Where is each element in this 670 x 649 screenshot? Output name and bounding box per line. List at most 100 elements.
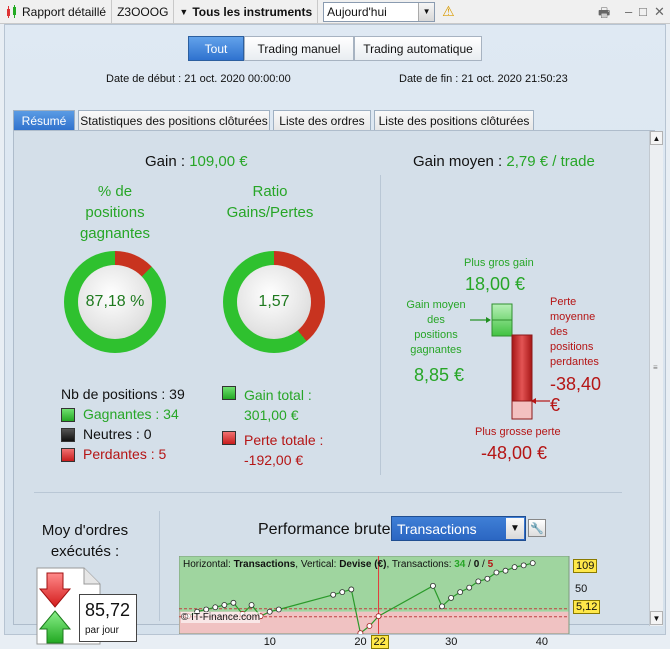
gain-label: Gain : bbox=[145, 153, 190, 170]
data-point bbox=[439, 603, 445, 610]
report-window: Tout Trading manuel Trading automatique … bbox=[4, 24, 666, 649]
mode-auto-button[interactable]: Trading automatique bbox=[354, 36, 482, 61]
performance-metric-select[interactable]: Transactions ▼ bbox=[391, 516, 526, 541]
end-date: Date de fin : 21 oct. 2020 21:50:23 bbox=[399, 73, 568, 85]
positions-count: Nb de positions : 39 bbox=[61, 386, 185, 402]
tab-orders[interactable]: Liste des ordres bbox=[273, 110, 371, 131]
chevron-down-icon[interactable]: ▼ bbox=[418, 2, 435, 21]
loss-total-value: -192,00 € bbox=[244, 452, 304, 468]
mode-manual-button[interactable]: Trading manuel bbox=[244, 36, 354, 61]
max-loss-value: -48,00 € bbox=[481, 443, 548, 463]
ratio-title: Ratio Gains/Pertes bbox=[210, 181, 330, 223]
avg-loss-amount: -38,40 bbox=[550, 374, 602, 394]
orders-unit: par jour bbox=[85, 625, 119, 636]
avg-loss-label-line: Perte bbox=[550, 296, 577, 308]
avg-loss-value: -38,40 € bbox=[550, 374, 601, 416]
marker-x-badge: 22 bbox=[370, 635, 389, 649]
period-select[interactable]: Aujourd'hui ▼ bbox=[323, 1, 436, 22]
gain-total: Gain total : 301,00 € bbox=[244, 385, 312, 425]
gain-heading: Gain : 109,00 € bbox=[145, 153, 248, 170]
avg-loss-label-line: perdantes bbox=[550, 356, 599, 368]
losers-swatch bbox=[61, 448, 75, 462]
chart-header-part: / bbox=[479, 559, 488, 570]
x-tick-label: 10 bbox=[263, 636, 276, 648]
data-point bbox=[493, 569, 500, 576]
gain-value: 109,00 € bbox=[189, 153, 248, 170]
avg-gain-value: 2,79 € / trade bbox=[506, 153, 595, 170]
avg-loss-label-line: moyenne bbox=[550, 311, 596, 323]
section-divider bbox=[159, 511, 160, 621]
candlestick-icon bbox=[7, 4, 16, 18]
data-point bbox=[366, 623, 373, 629]
avg-win-label: Gain moyen des positions gagnantes bbox=[402, 298, 470, 358]
warning-icon: ⚠ bbox=[442, 3, 455, 19]
avg-win-label-line: positions bbox=[414, 329, 458, 341]
scroll-down-icon[interactable]: ▼ bbox=[650, 611, 663, 625]
chart-header-part: 5 bbox=[487, 559, 494, 570]
chevron-down-icon: ▼ bbox=[179, 6, 189, 17]
ratio-title-line: Ratio bbox=[252, 183, 288, 200]
chart-header-part: Horizontal: bbox=[183, 559, 234, 570]
report-button[interactable]: Rapport détaillé bbox=[0, 0, 113, 24]
loss-total: Perte totale : -192,00 € bbox=[244, 430, 323, 470]
avg-win-label-line: des bbox=[427, 314, 445, 326]
report-tabs: Résumé Statistiques des positions clôtur… bbox=[13, 110, 537, 131]
gain-total-value: 301,00 € bbox=[244, 407, 299, 423]
chart-header-part: , Transactions: bbox=[386, 559, 455, 570]
mode-all-button[interactable]: Tout bbox=[188, 36, 244, 61]
close-icon[interactable]: ✕ bbox=[654, 4, 665, 20]
gain-total-swatch bbox=[222, 386, 236, 400]
chevron-down-icon[interactable]: ▼ bbox=[506, 518, 524, 539]
performance-title: Performance brute bbox=[258, 521, 391, 538]
performance-chart: Horizontal: Transactions, Vertical: Devi… bbox=[178, 555, 605, 649]
account-selector[interactable]: Z3OOOG bbox=[112, 0, 175, 24]
win-rate-title-line: % de bbox=[97, 183, 133, 200]
avg-gain-heading: Gain moyen : 2,79 € / trade bbox=[413, 153, 595, 170]
orders-title: Moy d'ordres exécutés : bbox=[30, 520, 140, 562]
gain-total-label: Gain total : bbox=[244, 387, 312, 403]
max-gain-label: Plus gros gain bbox=[464, 257, 534, 269]
scroll-up-icon[interactable]: ▲ bbox=[650, 131, 663, 145]
section-divider bbox=[380, 175, 381, 475]
win-rate-value: 87,18 % bbox=[78, 265, 152, 339]
y-tick-label: 50 bbox=[575, 583, 588, 596]
max-value-badge: 109 bbox=[573, 559, 598, 574]
max-gain-value: 18,00 € bbox=[465, 274, 526, 294]
chart-header: Horizontal: Transactions, Vertical: Devi… bbox=[183, 559, 493, 570]
data-point bbox=[330, 591, 337, 598]
performance-metric-value: Transactions bbox=[397, 520, 477, 537]
wrench-icon[interactable]: 🔧 bbox=[528, 519, 546, 537]
avg-win-label-line: gagnantes bbox=[410, 344, 462, 356]
toolbar: Rapport détaillé Z3OOOG ▼ Tous les instr… bbox=[0, 0, 670, 24]
tab-closed-list[interactable]: Liste des positions clôturées bbox=[374, 110, 534, 131]
tab-closed-stats[interactable]: Statistiques des positions clôturées bbox=[78, 110, 270, 131]
minimize-icon[interactable]: – bbox=[625, 4, 632, 19]
avg-loss-currency: € bbox=[550, 395, 561, 415]
ratio-title-line: Gains/Pertes bbox=[226, 204, 314, 221]
losers-count: Perdantes : 5 bbox=[83, 446, 167, 462]
mode-switch: Tout Trading manuel Trading automatique bbox=[188, 36, 482, 61]
data-point bbox=[475, 578, 482, 585]
data-point bbox=[448, 594, 454, 601]
neutral-swatch bbox=[61, 428, 75, 442]
data-point bbox=[502, 567, 509, 574]
print-icon[interactable]: 🖶 bbox=[598, 4, 610, 26]
data-point bbox=[430, 582, 436, 589]
avg-loss-label: Perte moyenne des positions perdantes bbox=[550, 295, 608, 370]
period-value: Aujourd'hui bbox=[327, 4, 387, 19]
data-point bbox=[221, 602, 228, 608]
tab-summary[interactable]: Résumé bbox=[13, 110, 75, 131]
maximize-icon[interactable]: □ bbox=[639, 4, 647, 19]
data-point bbox=[230, 599, 237, 606]
chart-header-part: 34 bbox=[454, 559, 466, 570]
loss-total-label: Perte totale : bbox=[244, 432, 324, 448]
vertical-scrollbar[interactable]: ▲ ≡ ▼ bbox=[649, 131, 663, 626]
x-tick-label: 40 bbox=[535, 636, 549, 648]
section-divider bbox=[34, 492, 622, 493]
orders-callout: 85,72 par jour bbox=[79, 594, 137, 642]
win-rate-title: % de positions gagnantes bbox=[62, 181, 168, 244]
scroll-grip-icon[interactable]: ≡ bbox=[653, 363, 658, 372]
chart-header-part: / bbox=[465, 559, 474, 570]
instruments-selector[interactable]: ▼ Tous les instruments bbox=[174, 0, 319, 24]
data-point bbox=[275, 606, 282, 613]
